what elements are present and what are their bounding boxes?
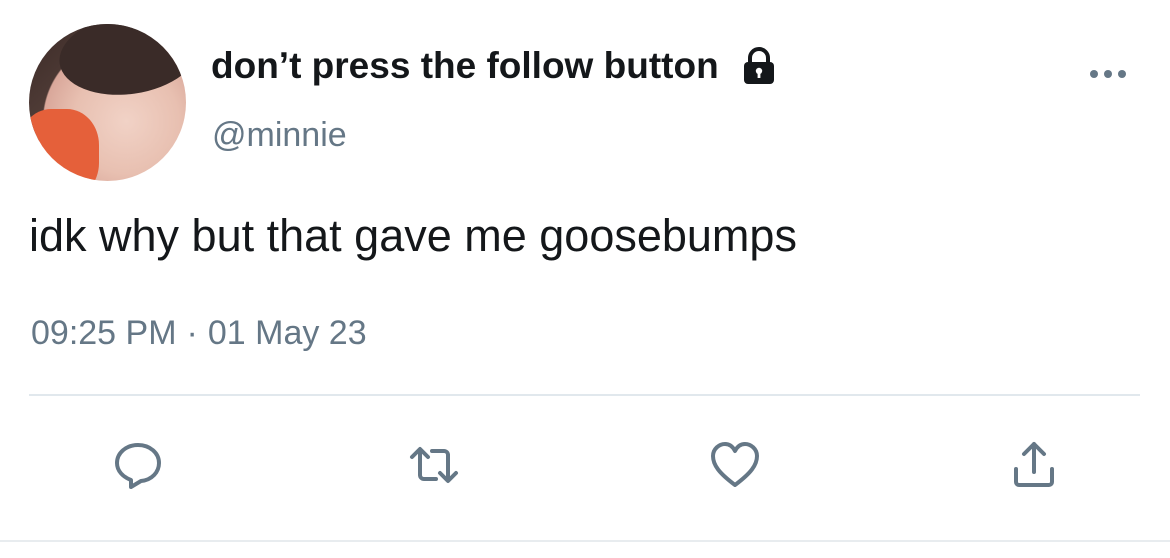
- tweet-timestamp[interactable]: 09:25 PM · 01 May 23: [31, 310, 367, 356]
- avatar[interactable]: [29, 24, 186, 181]
- display-name-text: don’t press the follow button: [211, 45, 719, 86]
- avatar-shirt: [29, 109, 99, 181]
- meta-separator: ·: [186, 314, 198, 352]
- share-icon: [1014, 442, 1054, 487]
- display-name[interactable]: don’t press the follow button: [211, 41, 779, 91]
- avatar-hair: [54, 24, 186, 104]
- tweet-time: 09:25 PM: [31, 314, 177, 352]
- like-button[interactable]: [705, 435, 765, 495]
- retweet-button[interactable]: [404, 435, 464, 495]
- tweet-actions: [0, 435, 1170, 495]
- divider: [29, 394, 1140, 396]
- reply-icon: [115, 443, 161, 489]
- heart-icon: [711, 442, 759, 487]
- share-button[interactable]: [1004, 435, 1064, 495]
- retweet-icon: [410, 447, 458, 483]
- lock-icon: [739, 46, 779, 86]
- tweet-text: idk why but that gave me goosebumps: [29, 210, 797, 261]
- bottom-divider: [0, 540, 1170, 542]
- reply-button[interactable]: [108, 435, 168, 495]
- more-horizontal-icon[interactable]: [1088, 62, 1128, 86]
- user-handle[interactable]: @minnie: [212, 112, 347, 158]
- tweet-date: 01 May 23: [207, 314, 367, 352]
